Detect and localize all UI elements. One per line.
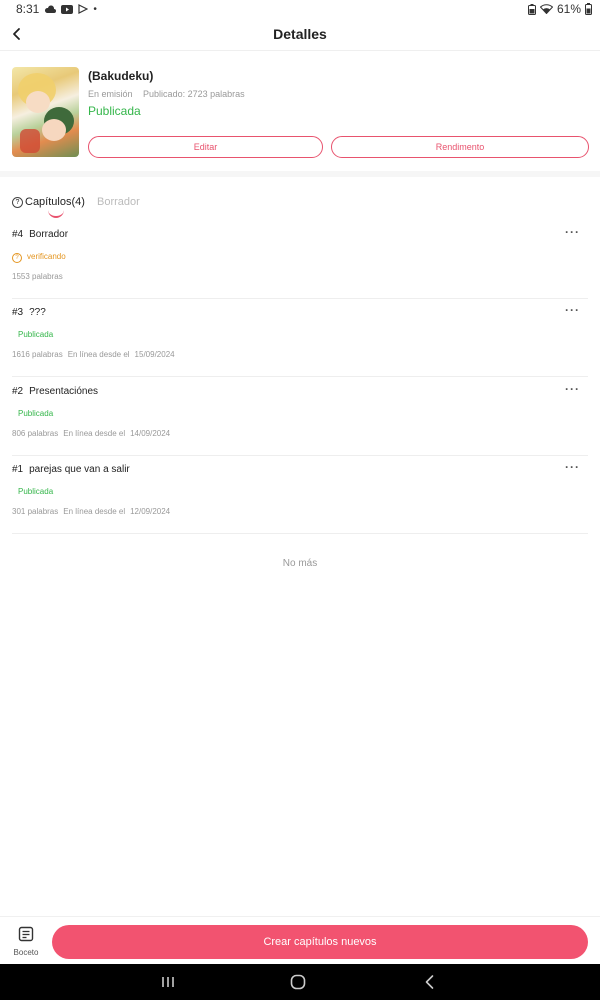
book-word-count: Publicado: 2723 palabras xyxy=(143,89,245,99)
chapter-meta: 1616 palabras En línea desde el 15/09/2024 xyxy=(12,350,175,359)
chapter-item-1[interactable]: #1 parejas que van a salir ··· Publicada … xyxy=(12,455,588,534)
chapter-online-label: En línea desde el xyxy=(63,507,126,516)
chapter-meta: 301 palabras En línea desde el 12/09/2024 xyxy=(12,507,170,516)
chapter-status: ? verificando xyxy=(12,252,66,263)
chapter-word-count: 806 palabras xyxy=(12,429,59,438)
wifi-icon xyxy=(539,4,553,14)
chapter-date: 15/09/2024 xyxy=(134,350,175,359)
chapter-title: Presentaciónes xyxy=(29,386,99,397)
chapter-online-label: En línea desde el xyxy=(63,429,126,438)
chapter-status: Publicada xyxy=(18,330,54,339)
chapter-item-2[interactable]: #2 Presentaciónes ··· Publicada 806 palab… xyxy=(12,377,588,456)
chapter-title: ??? xyxy=(29,307,46,318)
youtube-icon xyxy=(61,4,74,14)
battery-saver-icon xyxy=(527,3,536,15)
chapter-title: parejas que van a salir xyxy=(29,464,130,475)
chapter-title: Borrador xyxy=(29,229,69,240)
book-status: Publicada xyxy=(88,104,141,118)
chapter-number: #4 xyxy=(12,229,24,240)
section-divider xyxy=(0,171,600,177)
chapter-word-count: 1553 palabras xyxy=(12,272,63,281)
notes-icon xyxy=(18,926,34,942)
clock: 8:31 xyxy=(16,2,40,16)
chapter-item-3[interactable]: #3??? ··· Publicada 1616 palabras En líne… xyxy=(12,298,588,377)
chapter-meta: 806 palabras En línea desde el 14/09/2024 xyxy=(12,429,170,438)
recents-icon[interactable] xyxy=(158,972,178,992)
draft-button-label: Boceto xyxy=(13,948,39,957)
chapter-meta: 1553 palabras xyxy=(12,272,63,281)
app-header: Detalles xyxy=(0,18,600,51)
notification-dot: • xyxy=(93,3,97,15)
chapter-date: 14/09/2024 xyxy=(130,429,171,438)
verifying-icon: ? xyxy=(12,253,22,263)
help-icon[interactable]: ? xyxy=(12,197,23,208)
chapter-online-label: En línea desde el xyxy=(67,350,130,359)
more-options-icon[interactable]: ··· xyxy=(565,225,580,239)
chapter-status: Publicada xyxy=(18,487,54,496)
status-bar: 8:31 • 61% xyxy=(0,0,600,18)
more-options-icon[interactable]: ··· xyxy=(565,303,580,317)
chapter-number: #3 xyxy=(12,307,24,318)
tab-drafts[interactable]: Borrador xyxy=(97,196,140,208)
chapter-word-count: 301 palabras xyxy=(12,507,59,516)
tab-chapters-label: Capítulos(4) xyxy=(25,196,85,208)
book-title: (Bakudeku) xyxy=(88,69,154,83)
performance-button[interactable]: Rendimento xyxy=(331,136,589,158)
chapter-status: Publicada xyxy=(18,409,54,418)
book-state: En emisión xyxy=(88,89,133,99)
system-nav-bar xyxy=(0,964,600,1000)
book-cover-image[interactable] xyxy=(12,67,79,157)
battery-percent: 61% xyxy=(556,2,581,16)
draft-button[interactable]: Boceto xyxy=(8,926,44,957)
more-options-icon[interactable]: ··· xyxy=(565,382,580,396)
book-info: (Bakudeku) En emisión Publicado: 2723 pa… xyxy=(0,51,600,171)
create-chapters-button[interactable]: Crear capítulos nuevos xyxy=(52,925,588,959)
page-title: Detalles xyxy=(273,26,327,42)
end-of-list-label: No más xyxy=(282,558,318,569)
home-icon[interactable] xyxy=(288,972,308,992)
book-meta: En emisión Publicado: 2723 palabras xyxy=(88,89,245,99)
nav-back-icon[interactable] xyxy=(420,972,440,992)
chapter-word-count: 1616 palabras xyxy=(12,350,63,359)
chapter-number: #2 xyxy=(12,386,24,397)
play-store-icon xyxy=(78,4,89,14)
chapter-number: #1 xyxy=(12,464,24,475)
cloud-icon xyxy=(45,4,57,13)
chapter-item-4[interactable]: #4 Borrador ··· ? verificando 1553 palabra… xyxy=(12,220,588,299)
tab-chapters[interactable]: ? Capítulos(4) xyxy=(12,196,85,208)
edit-button[interactable]: Editar xyxy=(88,136,323,158)
bottom-action-bar: Boceto Crear capítulos nuevos xyxy=(0,916,600,965)
more-options-icon[interactable]: ··· xyxy=(565,460,580,474)
battery-icon xyxy=(585,3,592,15)
chapter-date: 12/09/2024 xyxy=(130,507,171,516)
tab-indicator xyxy=(48,210,64,218)
